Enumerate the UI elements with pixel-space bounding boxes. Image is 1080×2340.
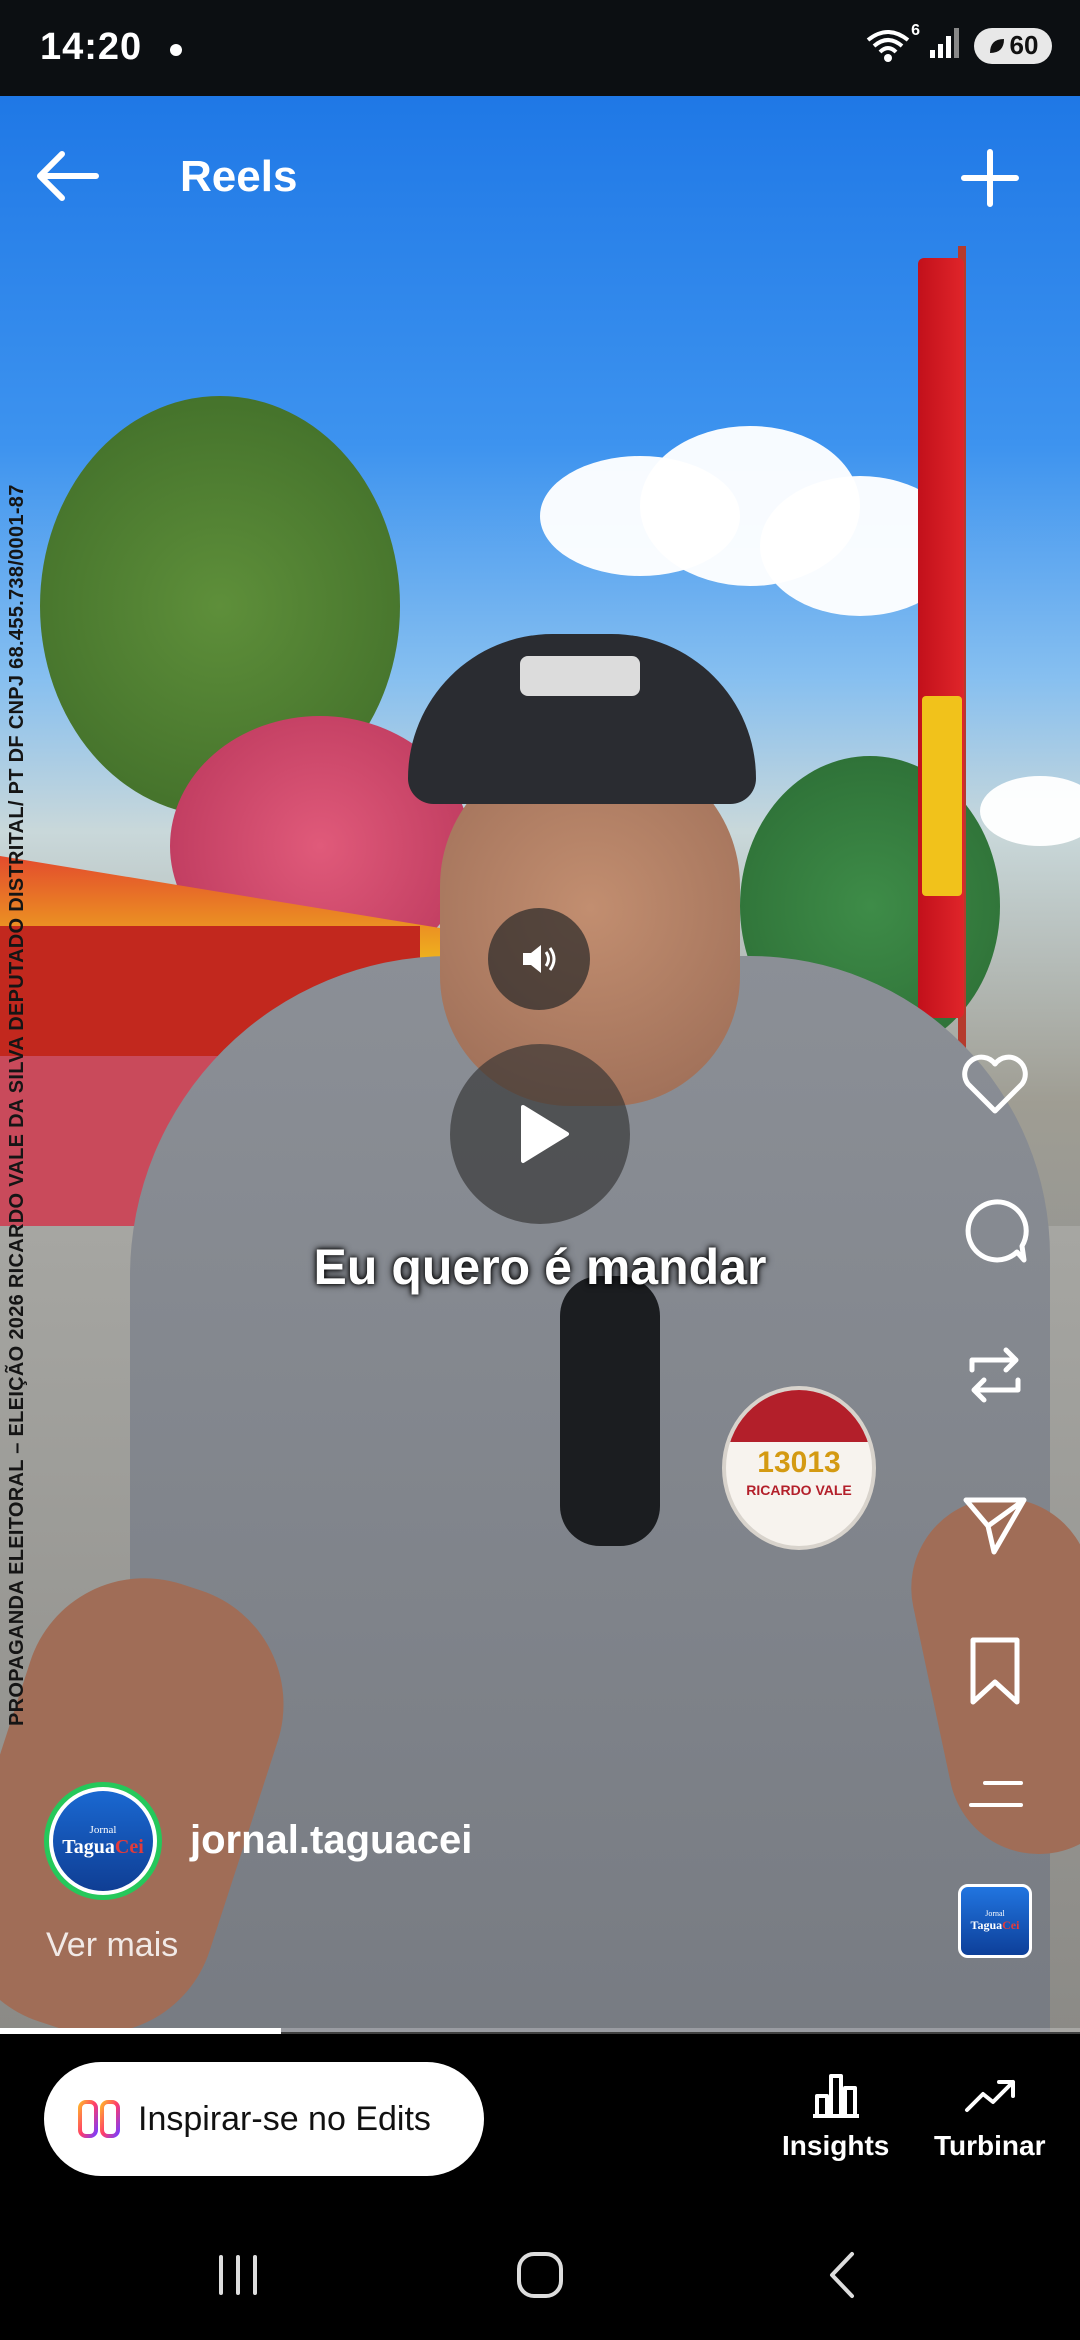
home-icon[interactable]	[500, 2248, 580, 2302]
arrow-left-icon[interactable]	[32, 146, 102, 211]
notification-dot	[170, 44, 182, 56]
flag-banner	[922, 696, 962, 896]
menu-icon[interactable]	[960, 1760, 1030, 1830]
signal-icon	[928, 26, 962, 65]
heart-icon[interactable]	[960, 1050, 1030, 1120]
edits-icon	[78, 2100, 120, 2138]
repost-icon[interactable]	[960, 1340, 1030, 1410]
avatar-line2: TaguaCei	[62, 1835, 144, 1858]
avatar[interactable]: Jornal TaguaCei	[44, 1782, 162, 1900]
flag	[918, 258, 964, 1018]
boost-label: Turbinar	[934, 2130, 1046, 2161]
avatar-image: Jornal TaguaCei	[53, 1791, 153, 1891]
status-icons: 6 60	[864, 22, 1052, 65]
wifi-badge: 6	[911, 21, 920, 39]
play-icon	[521, 1105, 569, 1163]
badge-photo	[726, 1390, 872, 1442]
cap-logo	[520, 656, 640, 696]
recent-apps-icon[interactable]	[198, 2248, 278, 2302]
avatar-line1: Jornal	[89, 1823, 117, 1836]
battery-indicator: 60	[974, 27, 1052, 64]
trending-up-icon	[964, 2080, 1015, 2112]
audio-thumb-line1: Jornal	[985, 1909, 1005, 1918]
bookmark-icon[interactable]	[960, 1636, 1030, 1706]
badge-name: RICARDO VALE	[746, 1482, 852, 1498]
author-username[interactable]: jornal.taguacei	[190, 1818, 472, 1863]
audio-thumbnail[interactable]: Jornal TaguaCei	[958, 1884, 1032, 1958]
leaf-icon	[989, 38, 1004, 53]
sound-toggle-button[interactable]	[488, 908, 590, 1010]
plus-icon[interactable]	[958, 146, 1022, 215]
page-title: Reels	[180, 152, 298, 201]
send-icon[interactable]	[960, 1490, 1030, 1560]
edits-inspire-label: Inspirar-se no Edits	[138, 2099, 431, 2138]
electoral-disclaimer: PROPAGANDA ELEITORAL – ELEIÇÃO 2026 RICA…	[6, 484, 28, 1726]
wifi-icon: 6	[864, 22, 920, 64]
sunglasses	[560, 1276, 660, 1546]
audio-thumb-line2: TaguaCei	[970, 1918, 1020, 1932]
boost-button[interactable]: Turbinar	[934, 2070, 1045, 2162]
back-nav-icon[interactable]	[802, 2248, 882, 2302]
status-bar: 14:20 6 60	[0, 0, 1080, 96]
bar-chart-icon	[812, 2074, 859, 2118]
speaker-icon	[523, 945, 556, 973]
battery-level: 60	[1009, 30, 1039, 60]
cloud	[980, 776, 1080, 846]
comment-icon[interactable]	[960, 1196, 1030, 1266]
edits-inspire-button[interactable]: Inspirar-se no Edits	[44, 2062, 484, 2176]
see-more-link[interactable]: Ver mais	[46, 1926, 178, 1965]
campaign-badge: 13013 RICARDO VALE	[722, 1386, 876, 1550]
play-button[interactable]	[450, 1044, 630, 1224]
video-caption: Eu quero é mandar	[313, 1239, 767, 1295]
insights-label: Insights	[782, 2130, 890, 2161]
insights-button[interactable]: Insights	[782, 2070, 889, 2162]
badge-number: 13013	[757, 1446, 841, 1479]
status-time: 14:20	[40, 26, 143, 68]
